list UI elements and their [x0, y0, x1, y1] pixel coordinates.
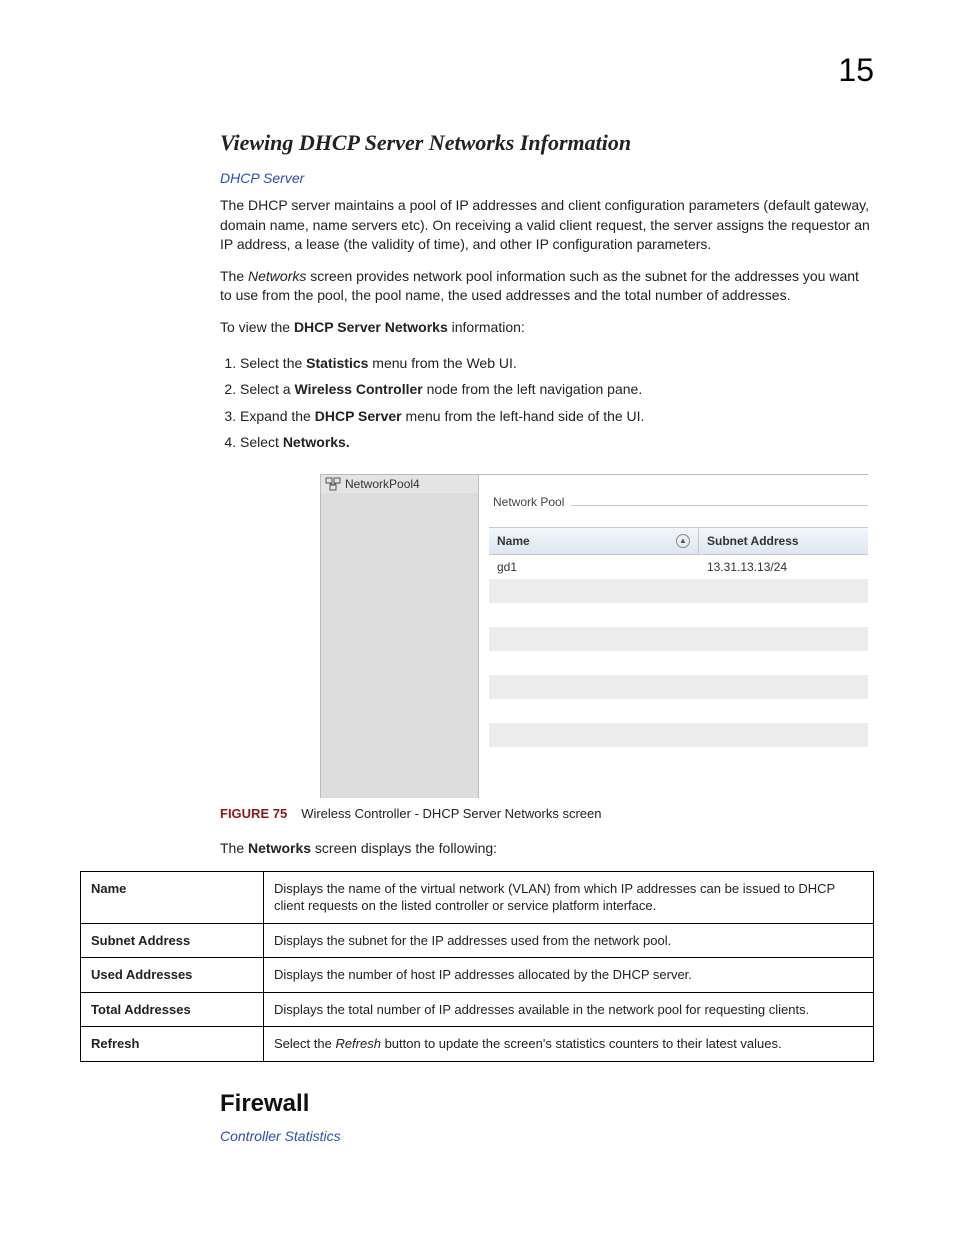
- text: menu from the Web UI.: [368, 355, 516, 371]
- table-row[interactable]: [489, 603, 868, 627]
- paragraph: The Networks screen displays the followi…: [220, 839, 874, 859]
- column-header-subnet[interactable]: Subnet Address: [699, 528, 868, 554]
- step-item: Expand the DHCP Server menu from the lef…: [240, 403, 874, 430]
- definition-term: Total Addresses: [81, 992, 264, 1027]
- step-item: Select Networks.: [240, 429, 874, 456]
- table-row[interactable]: [489, 675, 868, 699]
- text-emphasis: Networks: [248, 268, 306, 284]
- fieldset-divider: [571, 505, 868, 506]
- table-body: gd113.31.13.13/24: [489, 555, 868, 771]
- table-row[interactable]: [489, 747, 868, 771]
- definition-desc: Displays the name of the virtual network…: [264, 871, 874, 923]
- table-row[interactable]: [489, 579, 868, 603]
- text-bold: Statistics: [306, 355, 368, 371]
- text: The: [220, 840, 248, 856]
- text: screen displays the following:: [311, 840, 497, 856]
- table-row[interactable]: [489, 699, 868, 723]
- definition-row: Total AddressesDisplays the total number…: [81, 992, 874, 1027]
- tree-item-label: NetworkPool4: [345, 477, 420, 491]
- definition-term: Subnet Address: [81, 923, 264, 958]
- tree-item-networkpool[interactable]: NetworkPool4: [321, 475, 478, 493]
- text: screen provides network pool information…: [220, 268, 859, 304]
- figure: NetworkPool4 Network Pool Name ▲ Subnet …: [220, 474, 874, 798]
- tree-panel: NetworkPool4: [321, 475, 479, 798]
- text: To view the: [220, 319, 294, 335]
- figure-caption: FIGURE 75 Wireless Controller - DHCP Serv…: [220, 806, 874, 821]
- column-header-label: Name: [497, 534, 530, 548]
- definition-term: Used Addresses: [81, 958, 264, 993]
- figure-number: FIGURE 75: [220, 806, 287, 821]
- figure-caption-text: Wireless Controller - DHCP Server Networ…: [301, 806, 601, 821]
- definition-row: RefreshSelect the Refresh button to upda…: [81, 1027, 874, 1062]
- text-bold: DHCP Server Networks: [294, 319, 448, 335]
- table-row[interactable]: gd113.31.13.13/24: [489, 555, 868, 579]
- text: Select a: [240, 381, 294, 397]
- page-number: 15: [838, 52, 874, 89]
- text: The: [220, 268, 248, 284]
- paragraph: To view the DHCP Server Networks informa…: [220, 318, 874, 338]
- definition-desc: Select the Refresh button to update the …: [264, 1027, 874, 1062]
- text: Select: [240, 434, 283, 450]
- text: node from the left navigation pane.: [423, 381, 642, 397]
- definition-term: Name: [81, 871, 264, 923]
- breadcrumb-link-dhcp-server[interactable]: DHCP Server: [220, 170, 874, 186]
- definition-row: Subnet AddressDisplays the subnet for th…: [81, 923, 874, 958]
- ordered-steps: Select the Statistics menu from the Web …: [220, 350, 874, 456]
- section-title: Viewing DHCP Server Networks Information: [220, 130, 874, 156]
- fieldset-label: Network Pool: [493, 495, 868, 509]
- detail-panel: Network Pool Name ▲ Subnet Address gd113…: [479, 475, 868, 798]
- definition-term: Refresh: [81, 1027, 264, 1062]
- cell-name: gd1: [489, 560, 699, 574]
- step-item: Select a Wireless Controller node from t…: [240, 376, 874, 403]
- definition-table: NameDisplays the name of the virtual net…: [80, 871, 874, 1062]
- text-bold: Wireless Controller: [294, 381, 422, 397]
- definition-row: Used AddressesDisplays the number of hos…: [81, 958, 874, 993]
- table-row[interactable]: [489, 723, 868, 747]
- cell-subnet: 13.31.13.13/24: [699, 560, 868, 574]
- text-bold: DHCP Server: [315, 408, 402, 424]
- heading-firewall: Firewall: [220, 1090, 874, 1118]
- step-item: Select the Statistics menu from the Web …: [240, 350, 874, 377]
- text-bold: Networks: [248, 840, 311, 856]
- column-header-label: Subnet Address: [707, 534, 799, 548]
- definition-desc: Displays the number of host IP addresses…: [264, 958, 874, 993]
- definition-row: NameDisplays the name of the virtual net…: [81, 871, 874, 923]
- table-row[interactable]: [489, 627, 868, 651]
- text: Select the: [240, 355, 306, 371]
- table-row[interactable]: [489, 651, 868, 675]
- text: menu from the left-hand side of the UI.: [402, 408, 645, 424]
- text-bold: Networks.: [283, 434, 350, 450]
- definition-desc: Displays the subnet for the IP addresses…: [264, 923, 874, 958]
- sort-asc-icon[interactable]: ▲: [676, 534, 690, 548]
- definition-desc: Displays the total number of IP addresse…: [264, 992, 874, 1027]
- table-header-row: Name ▲ Subnet Address: [489, 528, 868, 555]
- text: Expand the: [240, 408, 315, 424]
- text: information:: [448, 319, 525, 335]
- network-pool-table: Name ▲ Subnet Address gd113.31.13.13/24: [489, 527, 868, 771]
- network-icon: [325, 477, 341, 491]
- breadcrumb-link-controller-statistics[interactable]: Controller Statistics: [220, 1128, 874, 1144]
- page: 15 Viewing DHCP Server Networks Informat…: [0, 0, 954, 1235]
- paragraph: The DHCP server maintains a pool of IP a…: [220, 196, 874, 255]
- paragraph: The Networks screen provides network poo…: [220, 267, 874, 306]
- column-header-name[interactable]: Name ▲: [489, 528, 699, 554]
- screenshot-mock: NetworkPool4 Network Pool Name ▲ Subnet …: [320, 474, 868, 798]
